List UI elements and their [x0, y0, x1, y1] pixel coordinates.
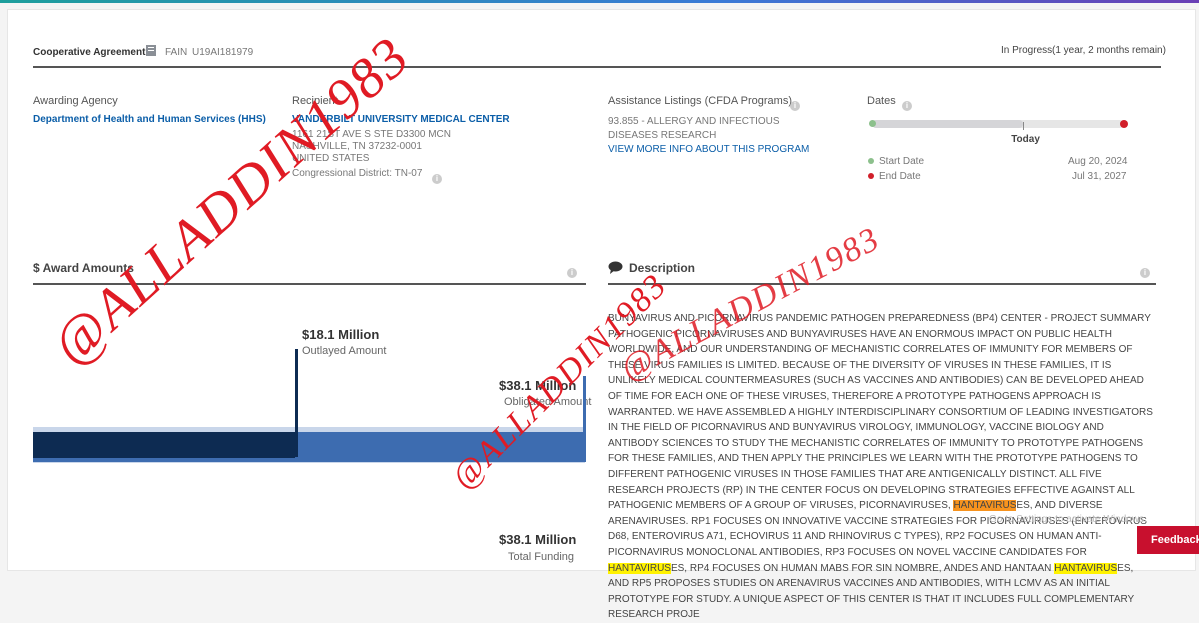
feedback-button[interactable]: Feedback — [1137, 526, 1199, 554]
info-icon[interactable]: i — [902, 95, 912, 113]
info-icon[interactable]: i — [432, 168, 442, 186]
assistance-value: 93.855 - ALLERGY AND INFECTIOUS DISEASES… — [608, 116, 780, 141]
fain-value: U19AI181979 — [192, 47, 254, 58]
award-card: Cooperative Agreement FAIN U19AI181979 I… — [7, 9, 1196, 620]
outlayed-label: Outlayed Amount — [302, 345, 387, 357]
dates-label: Dates — [867, 95, 896, 107]
start-date-label: Start Date — [879, 156, 925, 167]
total-funding-label: Total Funding — [508, 551, 575, 563]
fain-label: FAIN — [165, 47, 188, 58]
header-divider — [33, 66, 1161, 68]
date-progress-fill — [872, 120, 1024, 128]
top-accent-bar — [0, 0, 1199, 3]
awarding-agency-link[interactable]: Department of Health and Human Services … — [33, 114, 266, 125]
end-date-label: End Date — [879, 171, 921, 182]
document-icon — [145, 44, 157, 62]
speech-bubble-icon — [608, 261, 623, 279]
outlayed-bar[interactable] — [33, 432, 296, 458]
start-dot — [868, 158, 874, 164]
today-marker — [1023, 122, 1025, 130]
program-info-link[interactable]: VIEW MORE INFO ABOUT THIS PROGRAM — [608, 144, 809, 155]
info-icon[interactable]: i — [1140, 262, 1150, 280]
obligated-pointer-line — [583, 376, 586, 462]
outlayed-value: $18.1 Million — [302, 327, 380, 342]
assistance-label: Assistance Listings (CFDA Programs) — [608, 95, 792, 107]
award-type: Cooperative Agreement — [33, 47, 146, 58]
outlayed-pointer-line — [295, 349, 299, 457]
start-marker — [869, 120, 876, 127]
info-icon[interactable]: i — [567, 262, 577, 280]
info-icon[interactable]: i — [790, 95, 800, 113]
highlight-hantavirus: HANTAVIRUS — [953, 500, 1017, 512]
description-divider — [608, 283, 1156, 285]
start-date-value: Aug 20, 2024 — [1068, 156, 1128, 167]
status-text: In Progress — [1001, 45, 1053, 56]
status-detail: (1 year, 2 months remain) — [1052, 45, 1166, 56]
description-title: Description — [629, 261, 696, 275]
description-part-3: ES, RP4 FOCUSES ON HUMAN MABS FOR SIN NO… — [670, 562, 1055, 574]
end-dot — [868, 173, 874, 179]
end-date-value: Jul 31, 2027 — [1072, 171, 1127, 182]
feedback-label: Feedback — [1151, 534, 1199, 546]
end-marker — [1120, 120, 1128, 128]
highlight-hantavirus: HANTAVIRUS — [1054, 562, 1118, 574]
awarding-agency-label: Awarding Agency — [33, 95, 118, 107]
date-progress-track — [872, 120, 1124, 128]
highlight-hantavirus: HANTAVIRUS — [608, 562, 671, 574]
activate-windows-notice: Go to Settings to activate Windows. — [989, 514, 1147, 525]
total-funding-value: $38.1 Million — [499, 532, 577, 547]
today-label: Today — [1011, 134, 1040, 145]
